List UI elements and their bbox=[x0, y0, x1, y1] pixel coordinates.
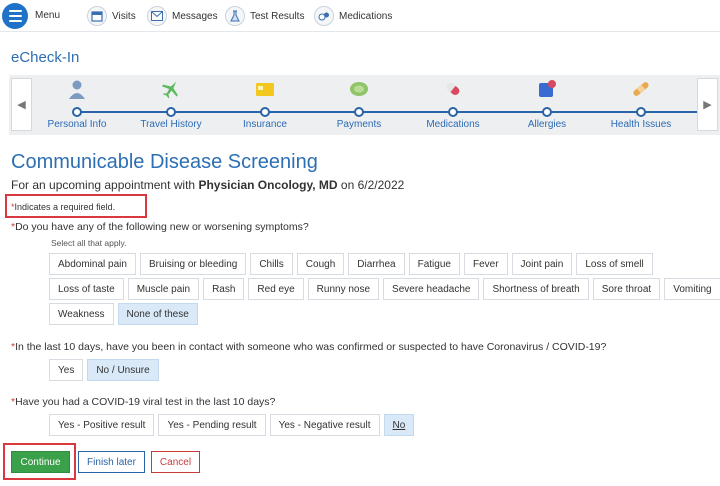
airplane-icon bbox=[161, 79, 181, 99]
test-no[interactable]: No bbox=[383, 414, 415, 436]
continue-button[interactable]: Continue bbox=[11, 451, 70, 473]
symptom-fever[interactable]: Fever bbox=[463, 253, 508, 275]
nav-visits[interactable]: Visits bbox=[87, 5, 136, 27]
symptom-joint-pain[interactable]: Joint pain bbox=[511, 253, 573, 275]
step-insurance[interactable]: Insurance bbox=[217, 79, 313, 133]
step-payments[interactable]: Payments bbox=[311, 79, 407, 133]
person-icon bbox=[67, 79, 87, 99]
symptom-muscle-pain[interactable]: Muscle pain bbox=[127, 278, 200, 300]
money-icon bbox=[349, 79, 369, 99]
symptom-row-2: Loss of taste Muscle pain Rash Red eye R… bbox=[49, 278, 720, 300]
nav-messages[interactable]: Messages bbox=[147, 5, 218, 27]
symptom-fatigue[interactable]: Fatigue bbox=[408, 253, 460, 275]
pill-icon bbox=[443, 79, 463, 99]
menu-icon[interactable] bbox=[2, 3, 28, 29]
step-travel-history[interactable]: Travel History bbox=[123, 79, 219, 133]
top-navigation: Menu Visits Messages Test Results Medica… bbox=[0, 0, 720, 32]
cancel-button[interactable]: Cancel bbox=[151, 451, 200, 473]
nav-test-results[interactable]: Test Results bbox=[225, 5, 304, 27]
symptom-row-3: Weakness None of these bbox=[49, 303, 202, 325]
step-dot bbox=[448, 107, 458, 117]
finish-later-button[interactable]: Finish later bbox=[78, 451, 145, 473]
symptom-bruising-or-bleeding[interactable]: Bruising or bleeding bbox=[139, 253, 247, 275]
symptom-runny-nose[interactable]: Runny nose bbox=[307, 278, 380, 300]
test-yes-positive[interactable]: Yes - Positive result bbox=[49, 414, 155, 436]
contact-yes[interactable]: Yes bbox=[49, 359, 84, 381]
step-allergies[interactable]: Allergies bbox=[499, 79, 595, 133]
pills-icon bbox=[314, 6, 334, 26]
appointment-subtitle: For an upcoming appointment with Physici… bbox=[11, 178, 405, 192]
step-medications[interactable]: Medications bbox=[405, 79, 501, 133]
provider-name: Physician Oncology, MD bbox=[198, 178, 338, 192]
step-dot bbox=[260, 107, 270, 117]
test-options: Yes - Positive result Yes - Pending resu… bbox=[49, 414, 418, 436]
nav-medications[interactable]: Medications bbox=[314, 5, 392, 27]
symptom-diarrhea[interactable]: Diarrhea bbox=[348, 253, 405, 275]
symptom-chills[interactable]: Chills bbox=[250, 253, 293, 275]
screening-heading: Communicable Disease Screening bbox=[11, 151, 318, 173]
contact-options: Yes No / Unsure bbox=[49, 359, 163, 381]
step-dot bbox=[354, 107, 364, 117]
symptom-rash[interactable]: Rash bbox=[203, 278, 245, 300]
symptom-severe-headache[interactable]: Severe headache bbox=[383, 278, 480, 300]
required-field-note: *Indicates a required field. bbox=[11, 202, 116, 212]
step-dot bbox=[166, 107, 176, 117]
contact-no-unsure[interactable]: No / Unsure bbox=[87, 359, 159, 381]
symptom-loss-of-smell[interactable]: Loss of smell bbox=[576, 253, 653, 275]
step-dot bbox=[542, 107, 552, 117]
symptom-abdominal-pain[interactable]: Abdominal pain bbox=[49, 253, 136, 275]
flask-icon bbox=[225, 6, 245, 26]
step-health-issues[interactable]: Health Issues bbox=[593, 79, 689, 133]
symptom-cough[interactable]: Cough bbox=[296, 253, 345, 275]
step-personal-info[interactable]: Personal Info bbox=[29, 79, 125, 133]
symptom-vomiting[interactable]: Vomiting bbox=[664, 278, 720, 300]
question-covid-test: *Have you had a COVID-19 viral test in t… bbox=[11, 396, 276, 408]
symptom-sore-throat[interactable]: Sore throat bbox=[592, 278, 661, 300]
checkin-stepper: ◀ Personal Info Travel History Insurance… bbox=[9, 75, 720, 135]
test-yes-negative[interactable]: Yes - Negative result bbox=[269, 414, 380, 436]
envelope-icon bbox=[147, 6, 167, 26]
symptom-none-of-these[interactable]: None of these bbox=[117, 303, 198, 325]
chevron-right-icon[interactable]: ▶ bbox=[697, 78, 718, 131]
allergy-icon bbox=[537, 79, 557, 99]
symptom-shortness-of-breath[interactable]: Shortness of breath bbox=[483, 278, 589, 300]
bandage-icon bbox=[631, 79, 651, 99]
step-dot bbox=[72, 107, 82, 117]
question-covid-contact: *In the last 10 days, have you been in c… bbox=[11, 341, 607, 353]
page-title: eCheck-In bbox=[11, 49, 80, 66]
calendar-icon bbox=[87, 6, 107, 26]
symptom-loss-of-taste[interactable]: Loss of taste bbox=[49, 278, 124, 300]
menu-label[interactable]: Menu bbox=[35, 10, 60, 21]
symptom-row-1: Abdominal pain Bruising or bleeding Chil… bbox=[49, 253, 657, 275]
test-yes-pending[interactable]: Yes - Pending result bbox=[158, 414, 266, 436]
symptom-weakness[interactable]: Weakness bbox=[49, 303, 114, 325]
select-all-hint: Select all that apply. bbox=[51, 238, 127, 248]
card-icon bbox=[255, 79, 275, 99]
appointment-date: 6/2/2022 bbox=[357, 178, 405, 192]
step-dot bbox=[636, 107, 646, 117]
question-symptoms: *Do you have any of the following new or… bbox=[11, 221, 309, 233]
symptom-red-eye[interactable]: Red eye bbox=[248, 278, 304, 300]
